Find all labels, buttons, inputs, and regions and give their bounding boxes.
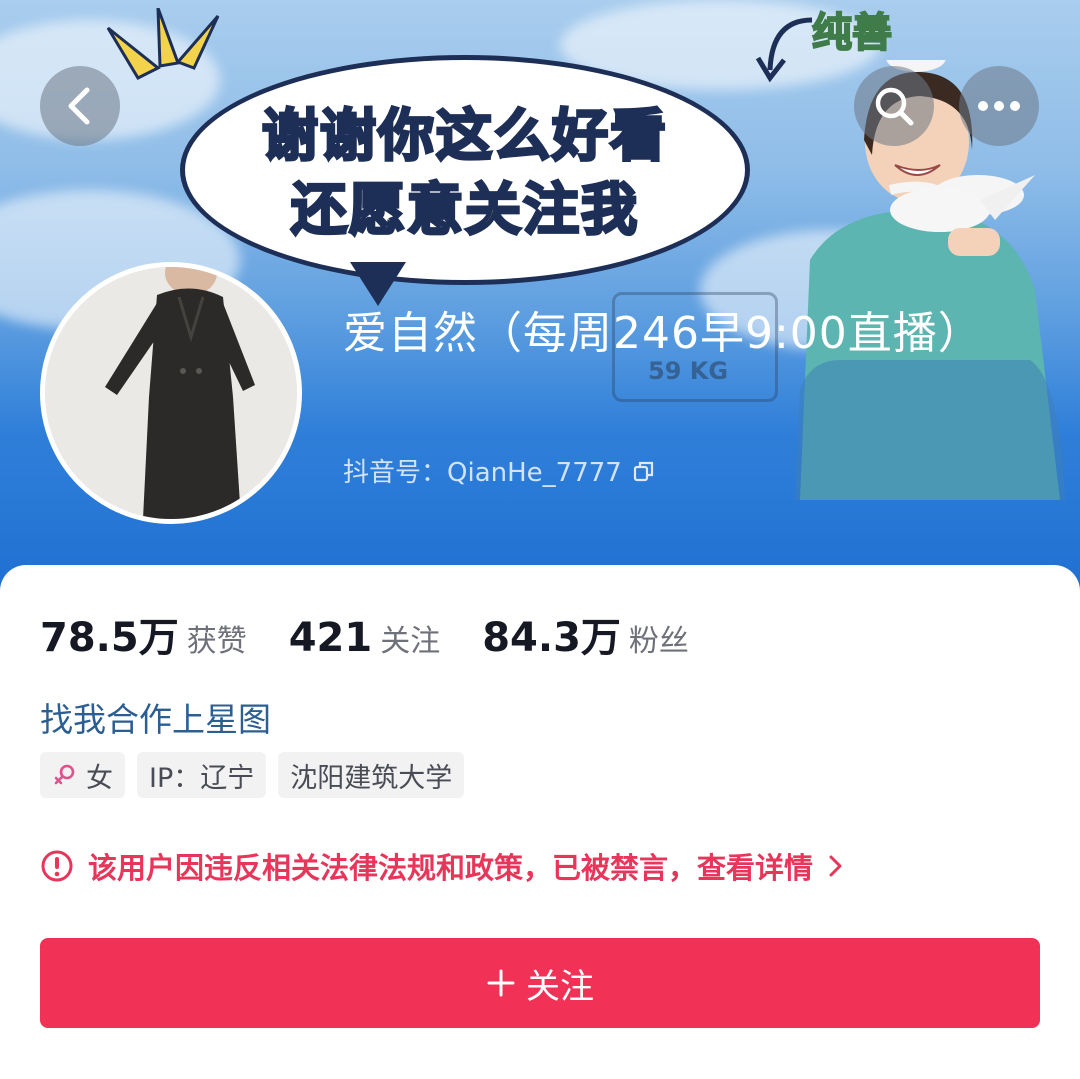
follow-button-label: 关注	[526, 966, 594, 1007]
stat-label: 关注	[380, 624, 441, 659]
school-tag[interactable]: 沈阳建筑大学	[278, 752, 465, 798]
plus-icon	[487, 969, 515, 997]
douyin-id-row[interactable]: 抖音号：QianHe_7777	[343, 452, 656, 489]
profile-info-card: 78.5万 获赞 421 关注 84.3万 粉丝 找我合作上星图 女 IP：辽宁…	[0, 565, 1080, 1079]
exclamation-circle-icon	[41, 850, 73, 882]
banner-corner-tag: 纯善	[811, 9, 893, 57]
avatar[interactable]	[40, 262, 302, 524]
profile-tags: 女 IP：辽宁 沈阳建筑大学	[40, 752, 465, 798]
banner-person-with-doves	[795, 60, 1065, 500]
search-icon	[875, 87, 914, 126]
copy-icon[interactable]	[632, 459, 656, 483]
stat-label: 获赞	[186, 624, 247, 659]
more-button[interactable]	[959, 66, 1039, 146]
ban-warning-text: 该用户因违反相关法律法规和政策，已被禁言，查看详情	[88, 851, 814, 885]
profile-banner: 谢谢你这么好看 还愿意关注我 59 KG 纯善 爱自然（每周246早9:00直播…	[0, 0, 1080, 600]
speech-bubble-text: 谢谢你这么好看 还愿意关注我	[200, 100, 730, 248]
tag-label: 沈阳建筑大学	[290, 762, 453, 794]
chevron-right-icon	[829, 855, 842, 877]
back-button[interactable]	[40, 66, 120, 146]
stats-row: 78.5万 获赞 421 关注 84.3万 粉丝	[40, 605, 731, 663]
follow-button[interactable]: 关注	[40, 938, 1040, 1028]
more-dots-icon	[978, 101, 1020, 111]
stat-label: 粉丝	[628, 624, 689, 659]
profile-nickname: 爱自然（每周246早9:00直播）	[343, 308, 983, 359]
stat-followers[interactable]: 84.3万 粉丝	[482, 605, 689, 663]
ban-warning[interactable]: 该用户因违反相关法律法规和政策，已被禁言，查看详情	[40, 845, 845, 887]
bubble-line-2: 还愿意关注我	[290, 177, 639, 245]
stat-value: 421	[288, 615, 373, 661]
bubble-line-1: 谢谢你这么好看	[261, 103, 668, 171]
stat-likes[interactable]: 78.5万 获赞	[40, 605, 247, 663]
douyin-id-text: 抖音号：QianHe_7777	[343, 458, 622, 488]
avatar-image	[45, 267, 297, 519]
tag-label: IP：辽宁	[149, 762, 255, 794]
gender-tag: 女	[40, 752, 125, 798]
stat-following[interactable]: 421 关注	[289, 615, 441, 661]
collab-link[interactable]: 找我合作上星图	[40, 693, 271, 741]
stat-value: 78.5万	[40, 615, 179, 661]
chevron-left-icon	[68, 87, 90, 125]
ip-location-tag: IP：辽宁	[137, 752, 267, 798]
female-icon	[54, 764, 75, 785]
tag-label: 女	[86, 762, 113, 794]
search-button[interactable]	[854, 66, 934, 146]
stat-value: 84.3万	[482, 615, 621, 661]
